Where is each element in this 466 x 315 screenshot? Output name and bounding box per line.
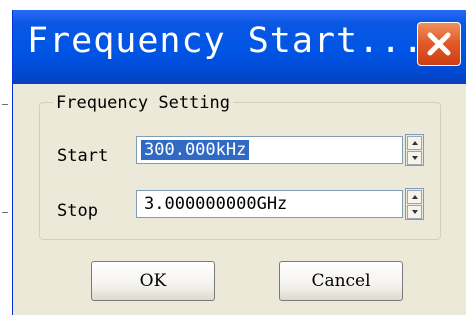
stop-value: 3.000000000GHz [144,194,288,214]
start-spinner[interactable] [405,134,424,166]
stop-spinner[interactable] [405,188,424,220]
close-icon [427,32,451,56]
cancel-button[interactable]: Cancel [279,261,403,301]
close-button[interactable] [417,22,461,66]
background-mark [2,104,8,105]
start-label: Start [57,146,109,166]
spin-down-icon [412,210,418,214]
dialog-title: Frequency Start... [27,21,425,61]
spin-up-icon [412,141,418,145]
group-label: Frequency Setting [53,93,233,113]
start-spin-up[interactable] [407,136,422,150]
start-value: 300.000kHz [141,140,250,160]
title-bar[interactable]: Frequency Start... [13,10,466,84]
stop-input[interactable]: 3.000000000GHz [136,190,403,218]
start-input[interactable]: 300.000kHz [136,136,403,164]
stop-label: Stop [57,201,98,221]
frequency-setting-group [39,102,441,240]
stop-spin-down[interactable] [407,205,422,219]
spin-up-icon [412,195,418,199]
spin-down-icon [412,156,418,160]
background-mark [2,212,8,213]
frequency-start-dialog: Frequency Start... Frequency Setting Sta… [12,10,466,315]
stop-spin-up[interactable] [407,190,422,204]
ok-button[interactable]: OK [91,261,215,301]
start-spin-down[interactable] [407,151,422,165]
